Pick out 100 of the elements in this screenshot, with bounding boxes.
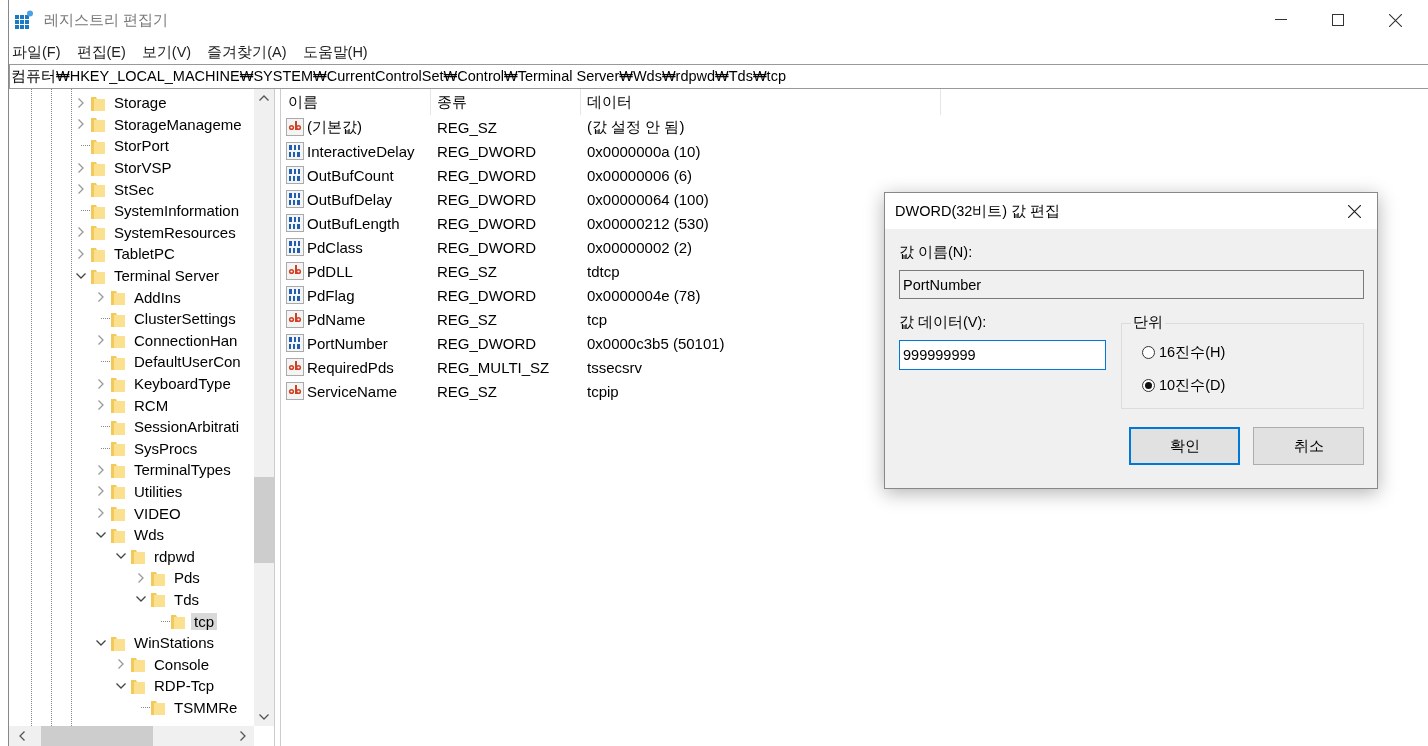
- radio-label[interactable]: 16진수(H): [1159, 343, 1226, 362]
- folder-icon: [91, 202, 105, 219]
- close-icon[interactable]: [1348, 204, 1361, 218]
- scroll-thumb[interactable]: [254, 477, 274, 563]
- tree-item[interactable]: StSec: [111, 180, 158, 198]
- scroll-thumb[interactable]: [41, 726, 153, 746]
- table-cell-text: 0x00000002 (2): [586, 238, 693, 256]
- tree-item[interactable]: SystemResources: [111, 223, 239, 241]
- folder-icon: [131, 677, 145, 694]
- tree-item[interactable]: TSMMRe: [171, 698, 241, 716]
- tree-item[interactable]: StorPort: [111, 137, 173, 155]
- table-cell-text: tssecsrv: [586, 358, 642, 376]
- tree-item[interactable]: DefaultUserCon: [131, 353, 244, 371]
- tree-item[interactable]: RCM: [131, 396, 172, 414]
- chevron-icon[interactable]: [96, 529, 106, 540]
- tree-item[interactable]: KeyboardType: [131, 375, 234, 392]
- table-cell-text: tcpip: [586, 382, 619, 400]
- folder-icon: [151, 699, 165, 716]
- tree-item[interactable]: tcp: [191, 612, 217, 630]
- table-cell-text: 0x0000004e (78): [586, 286, 701, 304]
- tree-item[interactable]: Storage: [111, 94, 170, 112]
- address-bar[interactable]: 컴퓨터₩HKEY_LOCAL_MACHINE₩SYSTEM₩CurrentControlSet₩Control₩Terminal Server₩Wds₩rdpwd₩Tds₩tcp: [9, 64, 1428, 89]
- table-cell: (기본값): [307, 117, 362, 137]
- scrollbar[interactable]: [254, 89, 274, 726]
- radio-label[interactable]: 10진수(D): [1159, 376, 1226, 395]
- binary-value-icon: [286, 142, 304, 160]
- folder-icon: [91, 94, 105, 111]
- table-cell-text: 0x00000006 (6): [586, 166, 693, 184]
- scroll-left-icon[interactable]: [19, 731, 25, 741]
- tree-item[interactable]: StorVSP: [111, 159, 175, 177]
- column-header[interactable]: 이름: [281, 89, 431, 115]
- folder-icon: [131, 548, 145, 565]
- table-cell-text: 0x00000064 (100): [586, 190, 709, 208]
- table-cell-text: tcp: [586, 310, 607, 328]
- dialog-title: DWORD(32비트) 값 편집: [895, 201, 1061, 221]
- tree-item[interactable]: WinStations: [131, 634, 218, 652]
- table-cell-text: REG_SZ: [436, 262, 498, 280]
- folder-icon: [91, 224, 105, 241]
- field-label: 값 데이터(V):: [899, 313, 988, 332]
- ok-button[interactable]: 확인: [1129, 427, 1240, 465]
- folder-icon: [91, 267, 105, 284]
- tree-item[interactable]: AddIns: [131, 288, 184, 306]
- table-cell-text: REG_DWORD: [436, 334, 538, 352]
- table-cell-text: REG_SZ: [436, 382, 498, 400]
- close-icon[interactable]: [1389, 13, 1402, 27]
- scroll-up-icon[interactable]: [259, 95, 269, 101]
- table-cell-text: REG_DWORD: [436, 166, 538, 184]
- folder-icon: [91, 245, 105, 262]
- chevron-icon[interactable]: [76, 270, 86, 281]
- table-cell-text: REG_SZ: [436, 118, 498, 136]
- folder-icon: [111, 289, 125, 306]
- menu-item[interactable]: 편집(E): [73, 42, 128, 62]
- tree-item[interactable]: SessionArbitrati: [131, 418, 243, 436]
- tree-item[interactable]: Console: [151, 655, 213, 673]
- maximize-icon[interactable]: [1332, 14, 1344, 26]
- binary-value-icon: [286, 214, 304, 232]
- scrollbar[interactable]: [9, 726, 254, 746]
- binary-value-icon: [286, 190, 304, 208]
- table-cell-text: (값 설정 안 됨): [586, 117, 685, 137]
- tree-item[interactable]: TabletPC: [111, 245, 178, 263]
- column-header[interactable]: 종류: [431, 89, 581, 115]
- binary-value-icon: [286, 334, 304, 352]
- tree-item[interactable]: ClusterSettings: [131, 310, 239, 328]
- menu-item[interactable]: 즐겨찾기(A): [204, 42, 289, 62]
- binary-value-icon: [286, 166, 304, 184]
- tree-item[interactable]: Utilities: [131, 483, 186, 500]
- tree-item[interactable]: RDP-Tcp: [151, 677, 217, 695]
- minimize-icon[interactable]: [1275, 19, 1287, 21]
- tree-item[interactable]: StorageManageme: [111, 115, 245, 133]
- folder-icon: [91, 159, 105, 176]
- tree-item[interactable]: SysProcs: [131, 439, 201, 457]
- value-data-field[interactable]: 999999999: [899, 340, 1106, 370]
- cancel-button[interactable]: 취소: [1253, 427, 1364, 465]
- scroll-down-icon[interactable]: [259, 714, 269, 720]
- menu-item[interactable]: 파일(F): [9, 42, 63, 62]
- folder-icon: [91, 138, 105, 154]
- group-label: 단위: [1131, 313, 1165, 332]
- tree-item[interactable]: rdpwd: [151, 547, 198, 565]
- radio-button[interactable]: [1142, 379, 1155, 392]
- folder-icon: [111, 483, 125, 500]
- folder-icon: [131, 656, 145, 673]
- tree-item[interactable]: Terminal Server: [111, 267, 223, 285]
- folder-icon: [111, 310, 125, 327]
- tree-item[interactable]: Wds: [131, 526, 167, 544]
- chevron-icon[interactable]: [116, 680, 126, 691]
- tree-item[interactable]: Pds: [171, 569, 203, 587]
- table-cell: PdClass: [307, 238, 363, 256]
- menu-item[interactable]: 보기(V): [138, 42, 194, 62]
- column-header[interactable]: 데이터: [581, 89, 941, 115]
- tree-item[interactable]: VIDEO: [131, 504, 184, 522]
- tree-item[interactable]: SystemInformation: [111, 202, 243, 220]
- menu-item[interactable]: 도움말(H): [299, 42, 370, 62]
- radio-button[interactable]: [1142, 346, 1155, 359]
- chevron-icon[interactable]: [96, 637, 106, 648]
- table-cell: InteractiveDelay: [307, 142, 415, 160]
- tree-item[interactable]: TerminalTypes: [131, 461, 234, 479]
- scroll-right-icon[interactable]: [240, 731, 246, 741]
- tree-item[interactable]: ConnectionHan: [131, 331, 241, 349]
- value-name-field[interactable]: PortNumber: [899, 270, 1364, 299]
- tree-item[interactable]: Tds: [171, 590, 202, 608]
